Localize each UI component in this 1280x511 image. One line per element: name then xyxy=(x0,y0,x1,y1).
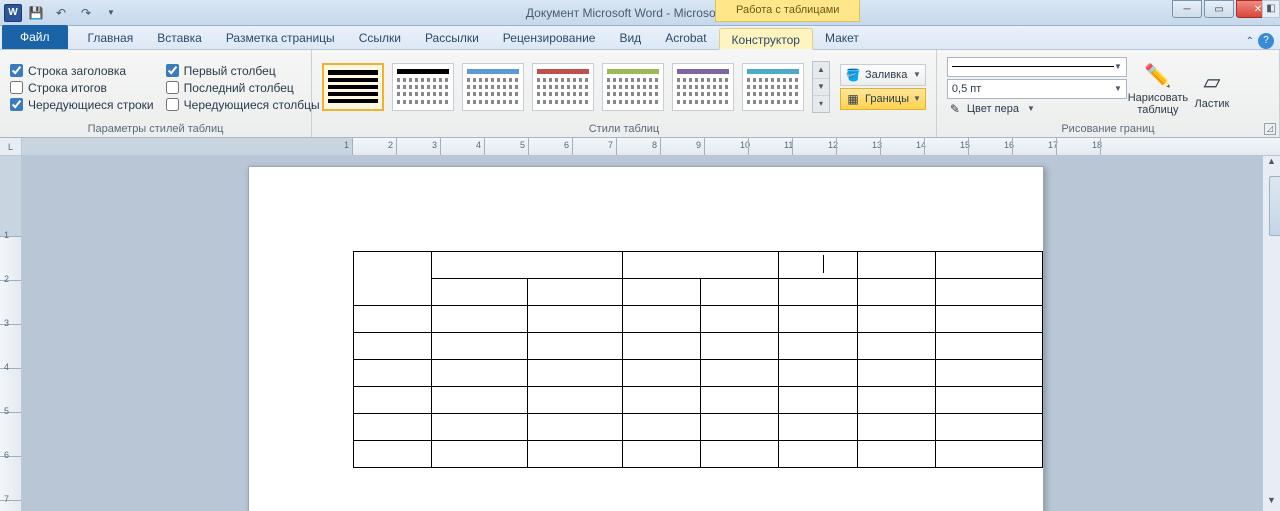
group-label-draw-borders: Рисование границ◿ xyxy=(937,123,1279,137)
table-row[interactable] xyxy=(354,441,1043,468)
horizontal-ruler[interactable]: 123456789101112131415161718 xyxy=(22,138,1280,155)
line-style-select[interactable]: ▼ xyxy=(947,57,1127,77)
eraser-button[interactable]: ▱Ластик xyxy=(1185,64,1239,110)
tab-review[interactable]: Рецензирование xyxy=(491,27,608,49)
ruler-bar: L 123456789101112131415161718 ◧ xyxy=(0,138,1280,156)
style-thumb-2[interactable] xyxy=(392,63,454,111)
bucket-icon: 🪣 xyxy=(845,67,861,83)
pen-color-button[interactable]: ✎Цвет пера▼ xyxy=(947,101,1127,117)
save-button[interactable]: 💾 xyxy=(25,2,47,24)
group-label-table-styles: Стили таблиц xyxy=(312,123,936,137)
document-area[interactable] xyxy=(22,156,1262,511)
eraser-icon: ▱ xyxy=(1196,68,1228,96)
chk-banded-rows[interactable]: Чередующиеся строки xyxy=(10,98,154,112)
group-table-style-options: Строка заголовка Строка итогов Чередующи… xyxy=(0,50,312,137)
text-cursor xyxy=(823,255,824,273)
style-thumb-7[interactable] xyxy=(742,63,804,111)
vertical-scrollbar[interactable]: ▲ ▼ xyxy=(1262,156,1280,511)
table-row[interactable] xyxy=(354,387,1043,414)
minimize-button[interactable]: ─ xyxy=(1172,0,1202,18)
workspace: 1234567 xyxy=(0,156,1280,511)
pen-icon: ✎ xyxy=(947,101,963,117)
tab-layout[interactable]: Макет xyxy=(813,27,871,49)
borders-button[interactable]: ▦Границы▼ xyxy=(840,88,926,110)
chk-total-row[interactable]: Строка итогов xyxy=(10,81,154,95)
document-table[interactable] xyxy=(353,251,1043,468)
tab-home[interactable]: Главная xyxy=(76,27,146,49)
style-thumb-6[interactable] xyxy=(672,63,734,111)
dialog-launcher[interactable]: ◿ xyxy=(1264,123,1276,135)
qat-dropdown[interactable]: ▼ xyxy=(100,2,122,24)
group-table-styles: ▲▼▾ 🪣Заливка▼ ▦Границы▼ Стили таблиц xyxy=(312,50,937,137)
contextual-tab-title: Работа с таблицами xyxy=(715,0,860,22)
style-thumb-3[interactable] xyxy=(462,63,524,111)
maximize-button[interactable]: ▭ xyxy=(1204,0,1234,18)
shading-button[interactable]: 🪣Заливка▼ xyxy=(840,64,926,86)
style-thumb-5[interactable] xyxy=(602,63,664,111)
table-row[interactable] xyxy=(354,279,1043,306)
table-row[interactable] xyxy=(354,360,1043,387)
ribbon-tabs: Файл Главная Вставка Разметка страницы С… xyxy=(0,26,1280,50)
tab-design[interactable]: Конструктор xyxy=(719,28,813,50)
draw-table-button[interactable]: ✏️Нарисовать таблицу xyxy=(1131,58,1185,116)
draw-table-icon: ✏️ xyxy=(1142,62,1174,90)
table-row[interactable] xyxy=(354,414,1043,441)
ruler-corner[interactable]: L xyxy=(0,138,22,155)
table-styles-gallery: ▲▼▾ xyxy=(318,61,830,113)
chk-last-column[interactable]: Последний столбец xyxy=(166,81,320,95)
group-label-style-options: Параметры стилей таблиц xyxy=(0,123,311,137)
tab-mailings[interactable]: Рассылки xyxy=(413,27,491,49)
line-weight-select[interactable]: 0,5 пт▼ xyxy=(947,79,1127,99)
ruler-toggle[interactable]: ◧ xyxy=(1262,0,1280,18)
file-tab[interactable]: Файл xyxy=(2,25,68,49)
word-app-icon: W xyxy=(4,4,22,22)
minimize-ribbon-icon[interactable]: ⌃ xyxy=(1246,36,1254,47)
chk-first-column[interactable]: Первый столбец xyxy=(166,64,320,78)
borders-icon: ▦ xyxy=(845,91,861,107)
tab-insert[interactable]: Вставка xyxy=(145,27,214,49)
style-thumb-4[interactable] xyxy=(532,63,594,111)
table-row[interactable] xyxy=(354,252,1043,279)
quick-access-toolbar: W 💾 ↶ ↷ ▼ xyxy=(0,2,122,24)
table-row[interactable] xyxy=(354,306,1043,333)
page xyxy=(248,166,1044,511)
tab-page-layout[interactable]: Разметка страницы xyxy=(214,27,347,49)
vertical-ruler[interactable]: 1234567 xyxy=(0,156,22,511)
ribbon: Строка заголовка Строка итогов Чередующи… xyxy=(0,50,1280,138)
group-draw-borders: ▼ 0,5 пт▼ ✎Цвет пера▼ ✏️Нарисовать табли… xyxy=(937,50,1280,137)
gallery-scroll[interactable]: ▲▼▾ xyxy=(812,61,830,113)
chk-header-row[interactable]: Строка заголовка xyxy=(10,64,154,78)
table-row[interactable] xyxy=(354,333,1043,360)
tab-references[interactable]: Ссылки xyxy=(347,27,413,49)
help-icon[interactable]: ? xyxy=(1258,33,1274,49)
tab-acrobat[interactable]: Acrobat xyxy=(653,27,718,49)
undo-button[interactable]: ↶ xyxy=(50,2,72,24)
style-thumb-1[interactable] xyxy=(322,63,384,111)
redo-button[interactable]: ↷ xyxy=(75,2,97,24)
title-bar: W 💾 ↶ ↷ ▼ Документ Microsoft Word - Micr… xyxy=(0,0,1280,26)
tab-view[interactable]: Вид xyxy=(607,27,653,49)
chk-banded-columns[interactable]: Чередующиеся столбцы xyxy=(166,98,320,112)
